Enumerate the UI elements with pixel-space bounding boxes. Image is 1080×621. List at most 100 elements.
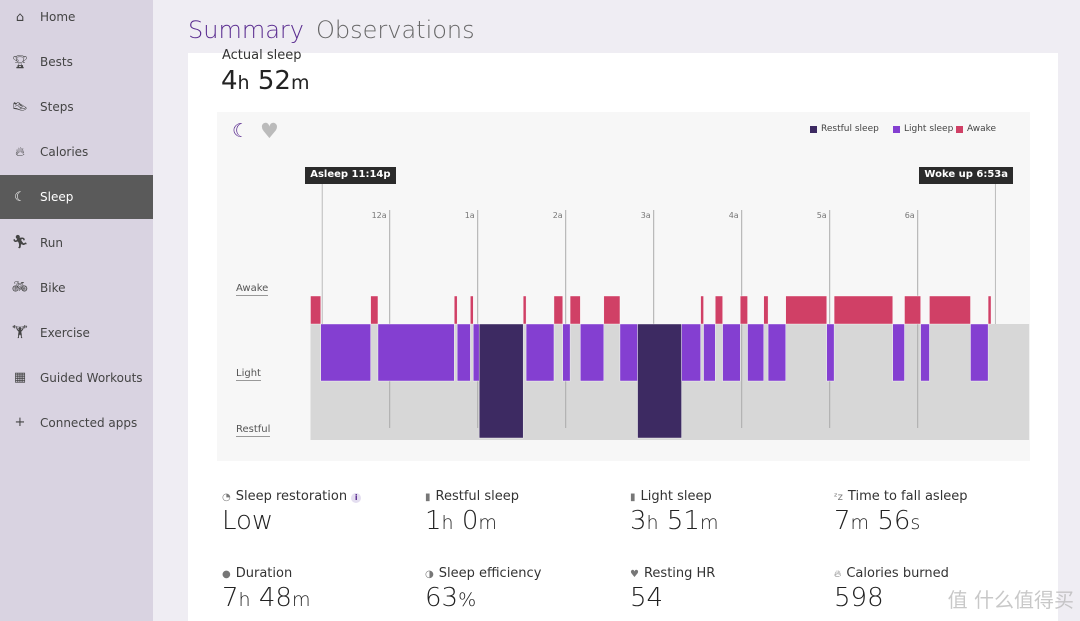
stat-value: 7m 56s xyxy=(834,506,1034,536)
x-tick-label: 6a xyxy=(904,211,915,220)
sidebar-item-label: Calories xyxy=(40,145,89,160)
sidebar-item-run[interactable]: 🏃︎ Run xyxy=(0,221,153,265)
stat-unit: m xyxy=(699,512,719,534)
stat-unit: s xyxy=(910,512,921,534)
sidebar-item-label: Run xyxy=(40,235,64,250)
sidebar-item-steps[interactable]: 👟︎ Steps xyxy=(0,85,153,129)
stat-unit: h xyxy=(646,512,659,534)
awake-segment xyxy=(603,295,621,325)
tab-summary[interactable]: Summary xyxy=(188,16,304,44)
sidebar-item-label: Connected apps xyxy=(40,415,138,430)
light-segment xyxy=(703,323,716,382)
tab-observations[interactable]: Observations xyxy=(316,16,475,44)
sidebar-item-home[interactable]: ⌂ Home xyxy=(0,0,153,39)
awake-segment xyxy=(715,295,723,325)
light-segment xyxy=(562,323,571,382)
sidebar-item-guided-workouts[interactable]: ▦ Guided Workouts xyxy=(0,356,153,400)
sidebar-item-exercise[interactable]: 🏋︎ Exercise xyxy=(0,311,153,355)
bike-icon: 🚲︎ xyxy=(11,280,29,296)
awake-segment xyxy=(553,295,563,325)
awake-segment xyxy=(569,295,581,325)
stat-time-to-fall-asleep: ᶻz Time to fall asleep 7m 56s xyxy=(834,489,1034,536)
awake-segment xyxy=(740,295,748,325)
light-segment xyxy=(747,323,764,382)
stat-resting-hr: ♥ Resting HR 54 xyxy=(630,566,830,613)
stat-value: 3h 51m xyxy=(630,506,830,536)
stat-unit: % xyxy=(458,589,477,611)
home-icon: ⌂ xyxy=(15,9,25,25)
light-segment xyxy=(722,323,741,382)
awake-segment xyxy=(987,295,992,325)
stat-value: 63% xyxy=(425,583,625,613)
stat-number: 54 xyxy=(630,583,664,613)
stat-label: Sleep restoration xyxy=(235,489,348,504)
efficiency-icon: ◑ xyxy=(425,569,434,580)
runner-icon: 🏃︎ xyxy=(11,235,29,250)
stat-unit: h xyxy=(441,512,454,534)
x-tick-label: 12a xyxy=(371,211,387,220)
stat-unit: h xyxy=(238,589,251,611)
sidebar: ⌂ Home 🏆︎ Bests 👟︎ Steps 🔥︎ Calories ☾ Sleep 🏃︎ Run… xyxy=(0,0,153,621)
hours: 4 xyxy=(221,66,238,96)
stat-number: 7 xyxy=(834,506,851,536)
light-segment xyxy=(580,323,605,382)
light-segment xyxy=(456,323,471,382)
flame-icon: 🔥︎ xyxy=(15,144,25,160)
awake-segment xyxy=(929,295,971,325)
light-segment xyxy=(525,323,555,382)
light-segment xyxy=(920,323,930,382)
stat-number: 7 xyxy=(222,583,239,613)
zzz-icon: ᶻz xyxy=(834,492,843,503)
guided-workout-icon: ▦ xyxy=(13,370,27,386)
sidebar-item-label: Bests xyxy=(40,55,73,70)
awake-segment xyxy=(522,295,527,325)
awake-segment xyxy=(700,295,704,325)
awake-segment xyxy=(454,295,458,325)
restoration-icon: ◔ xyxy=(222,492,231,503)
minutes-unit: m xyxy=(290,72,310,94)
sidebar-item-calories[interactable]: 🔥︎ Calories xyxy=(0,130,153,174)
light-segment xyxy=(619,323,638,382)
stat-value: 7h 48m xyxy=(222,583,422,613)
stat-label: Calories burned xyxy=(846,566,949,581)
sidebar-item-label: Exercise xyxy=(40,325,90,340)
awake-segment xyxy=(370,295,379,325)
sleep-timeline-chart xyxy=(310,184,1030,440)
stat-number: 3 xyxy=(630,506,647,536)
sidebar-item-connected-apps[interactable]: + Connected apps xyxy=(0,401,153,445)
sidebar-item-label: Home xyxy=(40,10,76,24)
awake-segment xyxy=(785,295,827,325)
info-icon[interactable]: i xyxy=(351,493,362,503)
light-segment xyxy=(377,323,455,382)
stat-value: 1h 0m xyxy=(425,506,625,536)
x-tick-label: 4a xyxy=(728,211,739,220)
stat-label: Resting HR xyxy=(643,566,716,581)
sidebar-item-sleep[interactable]: ☾ Sleep xyxy=(0,175,153,220)
restful-segment xyxy=(637,323,682,439)
awake-segment xyxy=(470,295,474,325)
stat-unit: m xyxy=(291,589,311,611)
sidebar-item-label: Bike xyxy=(40,280,66,295)
flame-icon: 🔥︎ xyxy=(834,569,842,580)
stat-label: Duration xyxy=(235,566,293,581)
dumbbell-icon: 🏋︎ xyxy=(11,325,29,341)
bar-chart-icon: ▮ xyxy=(630,492,636,503)
stat-label: Restful sleep xyxy=(435,489,520,504)
woke-marker: Woke up 6:53a xyxy=(919,167,1013,184)
asleep-marker: Asleep 11:14p xyxy=(305,167,396,184)
stat-number: Low xyxy=(222,506,274,536)
stat-number: 56 xyxy=(877,506,911,536)
stat-light-sleep: ▮ Light sleep 3h 51m xyxy=(630,489,830,536)
trophy-icon: 🏆︎ xyxy=(11,54,29,70)
restful-segment xyxy=(478,323,524,439)
stat-label: Time to fall asleep xyxy=(847,489,968,504)
heart-icon: ♥ xyxy=(630,569,639,580)
actual-sleep-value: 4h 52m xyxy=(221,66,309,96)
awake-segment xyxy=(310,295,321,325)
x-tick-label: 3a xyxy=(640,211,651,220)
sidebar-item-bike[interactable]: 🚲︎ Bike xyxy=(0,266,153,310)
stat-sleep-restoration: ◔ Sleep restoration i Low xyxy=(222,489,422,536)
stat-unit: m xyxy=(850,512,870,534)
sidebar-item-bests[interactable]: 🏆︎ Bests xyxy=(0,40,153,84)
stat-unit: m xyxy=(478,512,497,534)
